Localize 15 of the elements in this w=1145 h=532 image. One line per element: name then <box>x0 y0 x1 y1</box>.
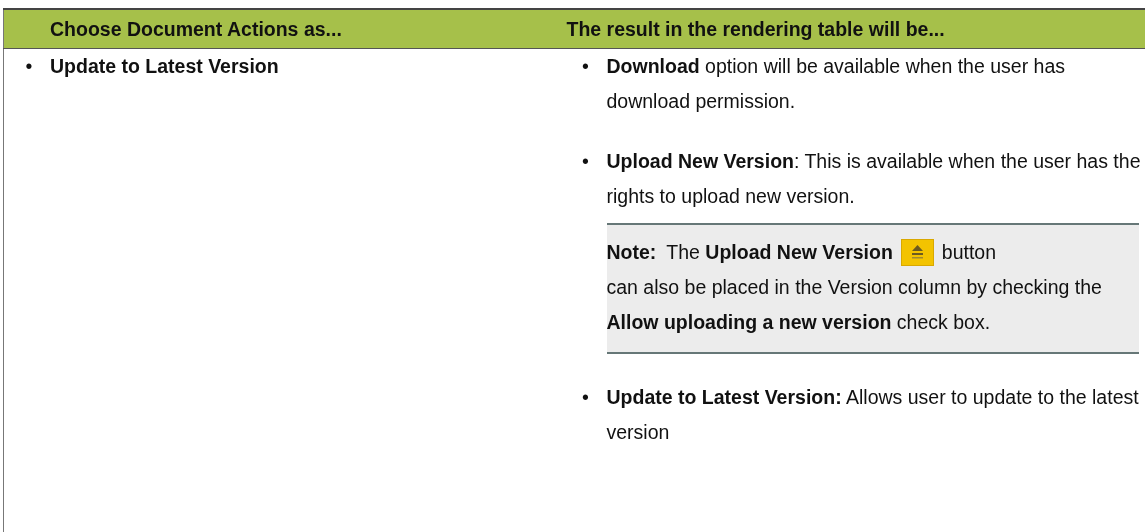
note-text: The Upload New Version <box>666 240 893 265</box>
bullet: • <box>581 385 590 410</box>
note-text: can also be placed in the Version column by checking the Allow uploading a new version check box. <box>606 275 1103 335</box>
list-item-text: Upload New Version: This is available when the user has the rights to upload new version. <box>606 149 1142 209</box>
column-header: The result in the rendering table will be... <box>520 9 1145 49</box>
list-item-text: Download option will be available when the user has download permission. <box>606 54 1066 114</box>
upload-icon <box>900 239 934 266</box>
note-label: Note: <box>606 240 657 265</box>
bullet: • <box>24 54 34 79</box>
bullet: • <box>581 54 590 79</box>
note-text: button <box>941 240 997 265</box>
list-item-text: Update to Latest Version <box>50 54 280 79</box>
list-item-text: Update to Latest Version: Allows user to update to the latest version <box>606 385 1140 445</box>
bullet: • <box>581 149 590 174</box>
column-header: Choose Document Actions as... <box>3 9 521 49</box>
